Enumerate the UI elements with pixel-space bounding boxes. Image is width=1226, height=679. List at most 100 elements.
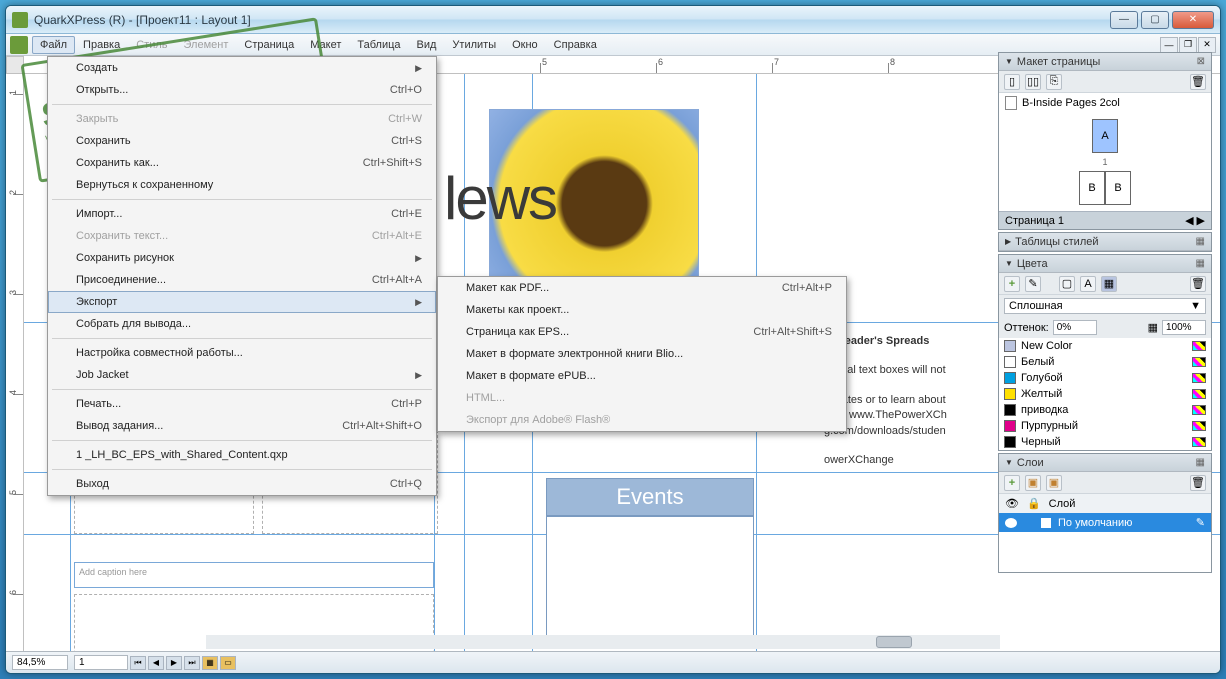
palette-menu-icon[interactable]: ▦: [1196, 258, 1205, 269]
layers-header: 👁 🔒 Слой: [999, 494, 1211, 513]
app-menu-icon[interactable]: [10, 36, 28, 54]
minimize-button[interactable]: —: [1110, 11, 1138, 29]
menu-страница[interactable]: Страница: [236, 36, 302, 54]
palette-footer: Страница 1 ◀▶: [999, 211, 1211, 229]
menu-item[interactable]: 1 _LH_BC_EPS_with_Shared_Content.qxp: [48, 444, 436, 466]
color-row[interactable]: Голубой: [999, 370, 1211, 386]
frame-color-icon[interactable]: ▢: [1059, 276, 1075, 292]
menu-item[interactable]: Макеты как проект...: [438, 299, 846, 321]
menu-таблица[interactable]: Таблица: [349, 36, 408, 54]
page-prev[interactable]: ◀: [148, 656, 164, 670]
menu-стиль[interactable]: Стиль: [128, 36, 175, 54]
duplicate-icon[interactable]: ⎘: [1046, 74, 1062, 90]
menu-item[interactable]: Job Jacket▶: [48, 364, 436, 386]
menu-item[interactable]: СохранитьCtrl+S: [48, 130, 436, 152]
mdi-close[interactable]: ✕: [1198, 37, 1216, 53]
menu-item[interactable]: Сохранить рисунок▶: [48, 247, 436, 269]
add-layer-icon[interactable]: +: [1004, 475, 1020, 491]
menu-item[interactable]: Макет как PDF...Ctrl+Alt+P: [438, 277, 846, 299]
color-row[interactable]: New Color: [999, 338, 1211, 354]
page-field[interactable]: 1: [74, 655, 128, 670]
color-row[interactable]: Пурпурный: [999, 418, 1211, 434]
nav-prev-icon[interactable]: ◀: [1185, 214, 1193, 227]
palette-title[interactable]: ▼ Слои ▦: [999, 454, 1211, 472]
edit-color-icon[interactable]: ✎: [1025, 276, 1041, 292]
mdi-restore[interactable]: ❐: [1179, 37, 1197, 53]
tint-spinner[interactable]: 0%: [1053, 320, 1097, 335]
menu-item[interactable]: Печать...Ctrl+P: [48, 393, 436, 415]
merge-down-icon[interactable]: ▣: [1025, 475, 1041, 491]
menu-item[interactable]: Открыть...Ctrl+O: [48, 79, 436, 101]
page-thumb-a[interactable]: A: [1092, 119, 1118, 153]
palette-title[interactable]: ▼ Макет страницы ⊠: [999, 53, 1211, 71]
menu-макет[interactable]: Макет: [302, 36, 349, 54]
palette-menu-icon[interactable]: ▦: [1196, 236, 1205, 247]
color-row[interactable]: Черный: [999, 434, 1211, 450]
trash-icon[interactable]: 🗑: [1190, 276, 1206, 292]
nav-next-icon[interactable]: ▶: [1197, 214, 1205, 227]
reader-spreads-text: in Reader's Spreads ctional text boxes w…: [824, 334, 1004, 468]
palette-close-icon[interactable]: ⊠: [1197, 56, 1205, 67]
page-first[interactable]: ⏮: [130, 656, 146, 670]
layer-row-default[interactable]: По умолчанию ✎: [999, 513, 1211, 532]
trash-icon[interactable]: 🗑: [1190, 475, 1206, 491]
menu-item[interactable]: Экспорт▶: [48, 291, 436, 313]
maximize-button[interactable]: ▢: [1141, 11, 1169, 29]
events-heading: Events: [546, 478, 754, 516]
page-thumb-b2[interactable]: B: [1105, 171, 1131, 205]
page-last[interactable]: ⏭: [184, 656, 200, 670]
menu-окно[interactable]: Окно: [504, 36, 546, 54]
menu-элемент[interactable]: Элемент: [176, 36, 237, 54]
menu-item[interactable]: Страница как EPS...Ctrl+Alt+Shift+S: [438, 321, 846, 343]
merge-up-icon[interactable]: ▣: [1046, 475, 1062, 491]
opacity-spinner[interactable]: 100%: [1162, 320, 1206, 335]
menu-item[interactable]: Присоединение...Ctrl+Alt+A: [48, 269, 436, 291]
close-button[interactable]: ✕: [1172, 11, 1214, 29]
trash-icon[interactable]: 🗑: [1190, 74, 1206, 90]
edit-layer-icon[interactable]: ✎: [1196, 516, 1205, 529]
page-thumb-b1[interactable]: B: [1079, 171, 1105, 205]
text-color-icon[interactable]: A: [1080, 276, 1096, 292]
master-page-row[interactable]: B-Inside Pages 2col: [999, 93, 1211, 113]
view-single[interactable]: ▭: [220, 656, 236, 670]
file-menu: Создать▶Открыть...Ctrl+OЗакрытьCtrl+WСох…: [47, 56, 437, 496]
zoom-field[interactable]: 84,5%: [12, 655, 68, 670]
menu-правка[interactable]: Правка: [75, 36, 128, 54]
fill-color-icon[interactable]: ▦: [1101, 276, 1117, 292]
color-row[interactable]: Желтый: [999, 386, 1211, 402]
scrollbar-horizontal[interactable]: [206, 635, 1000, 649]
menu-item[interactable]: Макет в формате электронной книги Blio..…: [438, 343, 846, 365]
menu-item[interactable]: Настройка совместной работы...: [48, 342, 436, 364]
new-facing-pages-icon[interactable]: ▯▯: [1025, 74, 1041, 90]
menu-item[interactable]: Импорт...Ctrl+E: [48, 203, 436, 225]
add-color-icon[interactable]: +: [1004, 276, 1020, 292]
menu-item[interactable]: Собрать для вывода...: [48, 313, 436, 335]
menu-item[interactable]: Вывод задания...Ctrl+Alt+Shift+O: [48, 415, 436, 437]
menu-item[interactable]: ВыходCtrl+Q: [48, 473, 436, 495]
menu-вид[interactable]: Вид: [409, 36, 445, 54]
menu-item[interactable]: Сохранить как...Ctrl+Shift+S: [48, 152, 436, 174]
menu-файл[interactable]: Файл: [32, 36, 75, 54]
new-single-page-icon[interactable]: ▯: [1004, 74, 1020, 90]
visibility-toggle[interactable]: [1005, 518, 1017, 528]
menu-item: Сохранить текст...Ctrl+Alt+E: [48, 225, 436, 247]
view-thumbs[interactable]: ▦: [202, 656, 218, 670]
palette-title[interactable]: ▶ Таблицы стилей ▦: [999, 233, 1211, 251]
menu-item[interactable]: Макет в формате ePUB...: [438, 365, 846, 387]
opacity-icon: ▦: [1148, 321, 1158, 334]
palette-title[interactable]: ▼ Цвета ▦: [999, 255, 1211, 273]
menu-справка[interactable]: Справка: [546, 36, 605, 54]
menu-item[interactable]: Вернуться к сохраненному: [48, 174, 436, 196]
mdi-minimize[interactable]: —: [1160, 37, 1178, 53]
menu-item[interactable]: Создать▶: [48, 57, 436, 79]
color-row[interactable]: Белый: [999, 354, 1211, 370]
palette-menu-icon[interactable]: ▦: [1196, 457, 1205, 468]
menu-утилиты[interactable]: Утилиты: [444, 36, 504, 54]
menu-item: HTML...: [438, 387, 846, 409]
titlebar: QuarkXPress (R) - [Проект11 : Layout 1] …: [6, 6, 1220, 34]
caption-box[interactable]: Add caption here: [74, 562, 434, 588]
page-next[interactable]: ▶: [166, 656, 182, 670]
visibility-icon: 👁: [1005, 497, 1019, 510]
color-row[interactable]: приводка: [999, 402, 1211, 418]
color-type-dropdown[interactable]: Сплошная▼: [1004, 298, 1206, 314]
